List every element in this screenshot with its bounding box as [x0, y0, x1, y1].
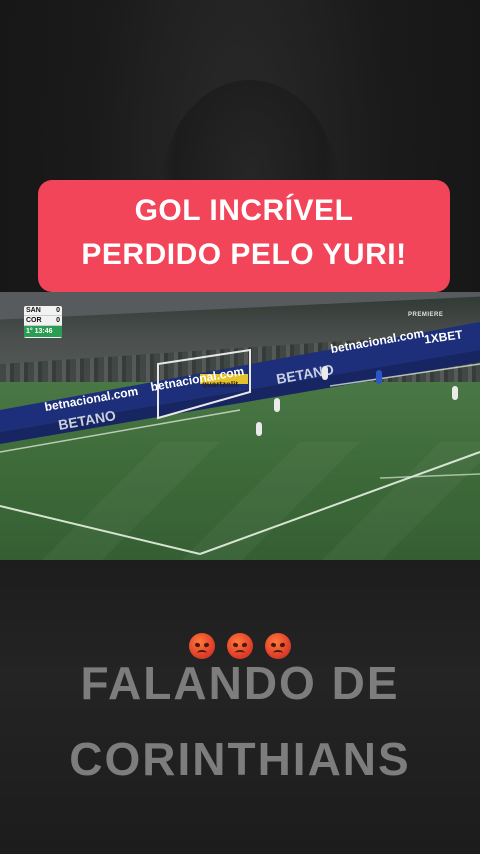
score-away: 0 — [56, 317, 60, 324]
brand-line-1: FALANDO DE — [80, 657, 400, 709]
ad-text: betnacional.com — [329, 325, 426, 357]
player — [274, 398, 280, 412]
player — [256, 422, 262, 436]
player — [376, 370, 382, 384]
ad-text: 1XBET — [423, 327, 464, 347]
player — [452, 386, 458, 400]
caption-banner: GOL INCRÍVEL PERDIDO PELO YURI! — [38, 180, 450, 292]
score-home: 0 — [56, 307, 60, 314]
broadcaster-logo: PREMIERE — [408, 312, 444, 318]
caption-line-1: GOL INCRÍVEL — [134, 194, 354, 227]
player — [322, 366, 328, 380]
team-home: SAN — [26, 307, 41, 314]
match-clock: 1° 13:46 — [24, 326, 62, 337]
scoreboard: SAN 0 COR 0 1° 13:46 — [24, 306, 62, 338]
ad-boards: betnacional.com betnacional.com betnacio… — [0, 320, 480, 433]
brand-line-2: CORINTHIANS — [69, 733, 411, 785]
caption-line-2: PERDIDO PELO YURI! — [81, 238, 407, 271]
ad-text: quartzolit — [202, 380, 238, 389]
team-away: COR — [26, 317, 42, 324]
